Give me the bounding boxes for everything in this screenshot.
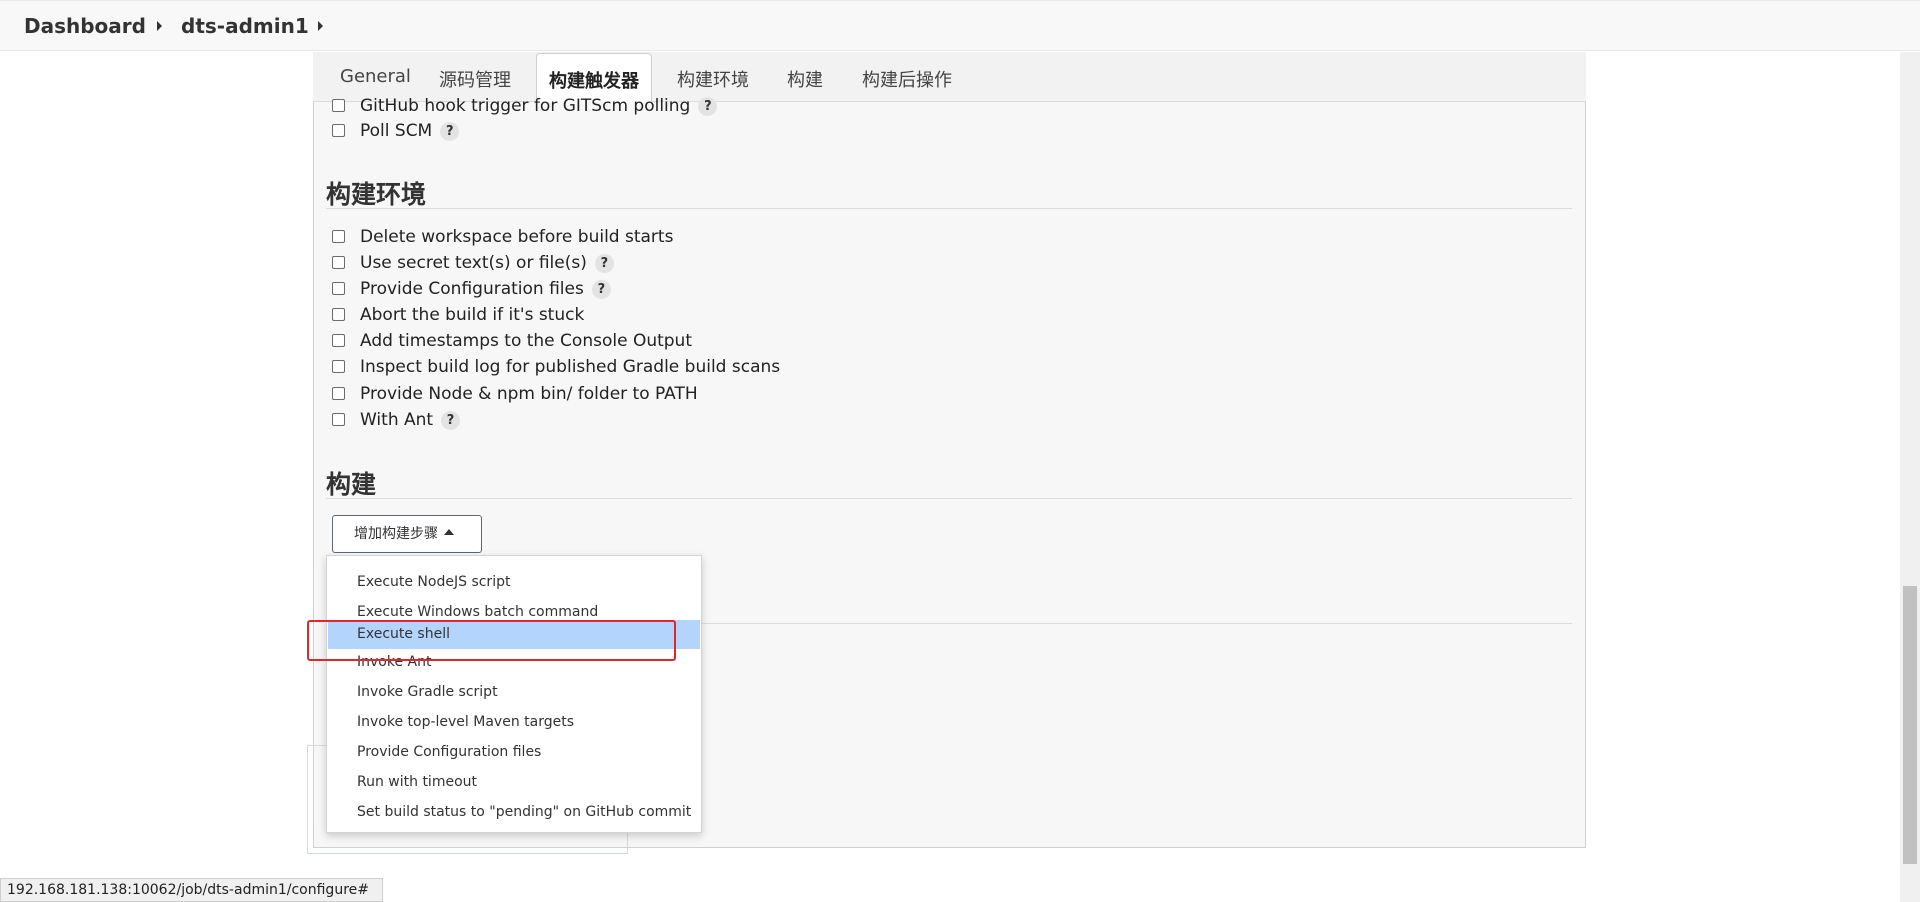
add-build-step-button[interactable]: 增加构建步骤 (332, 515, 482, 553)
breadcrumb: Dashboard dts-admin1 (0, 0, 1920, 51)
with-ant-label: With Ant (360, 410, 434, 430)
github-hook-checkbox[interactable] (332, 99, 345, 112)
chevron-right-icon[interactable] (318, 21, 323, 31)
menu-item-nodejs[interactable]: Execute NodeJS script (328, 568, 700, 597)
menu-item-config-files[interactable]: Provide Configuration files (328, 738, 700, 767)
breadcrumb-job[interactable]: dts-admin1 (181, 14, 309, 38)
config-files-label: Provide Configuration files (360, 279, 584, 299)
tab-build-triggers[interactable]: 构建触发器 (536, 53, 652, 102)
chevron-right-icon[interactable] (157, 21, 162, 31)
status-url: 192.168.181.138:10062/job/dts-admin1/con… (0, 878, 383, 902)
node-npm-label: Provide Node & npm bin/ folder to PATH (360, 384, 698, 404)
delete-workspace-checkbox[interactable] (332, 230, 345, 243)
gradle-scans-checkbox[interactable] (332, 360, 345, 373)
timestamps-checkbox[interactable] (332, 334, 345, 347)
help-icon[interactable]: ? (594, 254, 614, 273)
annotation-highlight-box (307, 620, 676, 661)
delete-workspace-label: Delete workspace before build starts (360, 227, 674, 247)
abort-stuck-checkbox[interactable] (332, 308, 345, 321)
poll-scm-checkbox[interactable] (332, 124, 345, 137)
add-build-step-label: 增加构建步骤 (354, 526, 438, 542)
scrollbar-thumb[interactable] (1903, 586, 1917, 864)
node-npm-checkbox[interactable] (332, 387, 345, 400)
menu-item-gradle[interactable]: Invoke Gradle script (328, 678, 700, 707)
help-icon[interactable]: ? (591, 280, 611, 299)
github-hook-label: GitHub hook trigger for GITScm polling (360, 96, 691, 116)
tab-general[interactable]: General (340, 66, 411, 87)
secret-text-checkbox[interactable] (332, 256, 345, 269)
help-icon[interactable]: ? (441, 411, 461, 430)
secret-text-label: Use secret text(s) or file(s) (360, 253, 587, 273)
tab-build[interactable]: 构建 (787, 66, 823, 92)
tab-post-build[interactable]: 构建后操作 (862, 66, 952, 92)
tab-build-env[interactable]: 构建环境 (677, 66, 749, 92)
config-files-checkbox[interactable] (332, 282, 345, 295)
menu-item-github-pending[interactable]: Set build status to "pending" on GitHub … (328, 798, 700, 827)
help-icon[interactable]: ? (440, 122, 460, 141)
build-env-title: 构建环境 (326, 180, 427, 209)
poll-scm-label: Poll SCM (360, 121, 433, 141)
menu-item-timeout[interactable]: Run with timeout (328, 768, 700, 797)
abort-stuck-label: Abort the build if it's stuck (360, 305, 585, 325)
tab-scm[interactable]: 源码管理 (439, 66, 511, 92)
section-divider (326, 498, 1572, 499)
gradle-scans-label: Inspect build log for published Gradle b… (360, 357, 781, 377)
caret-up-icon (444, 529, 454, 535)
breadcrumb-dashboard[interactable]: Dashboard (24, 14, 146, 38)
build-step-menu: Execute NodeJS script Execute Windows ba… (326, 555, 702, 833)
build-title: 构建 (326, 470, 377, 499)
help-icon[interactable]: ? (698, 97, 718, 116)
section-divider (326, 208, 1572, 209)
with-ant-checkbox[interactable] (332, 413, 345, 426)
timestamps-label: Add timestamps to the Console Output (360, 331, 692, 351)
menu-item-maven[interactable]: Invoke top-level Maven targets (328, 708, 700, 737)
